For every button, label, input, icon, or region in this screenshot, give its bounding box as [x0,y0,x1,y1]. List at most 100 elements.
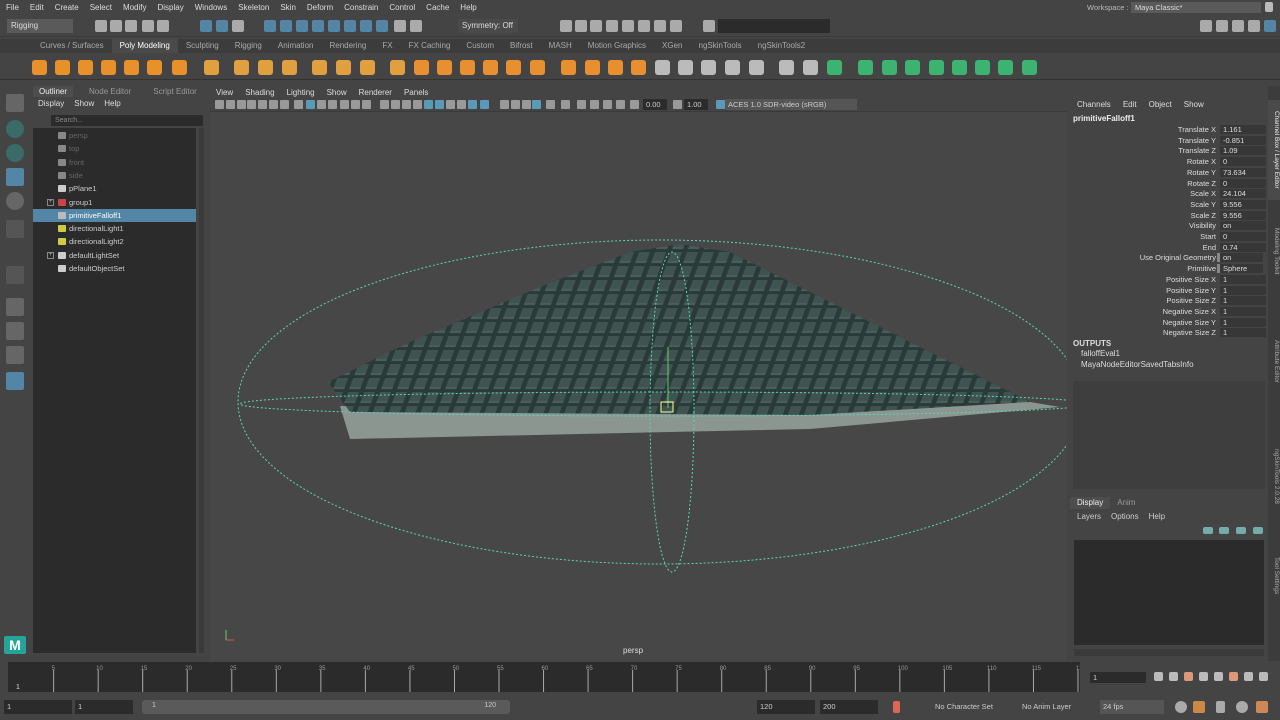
layout-toggle-icon[interactable] [1264,20,1276,32]
status-tool-icon-20[interactable] [590,20,602,32]
channel-label[interactable]: Positive Size Y [1076,286,1216,296]
menu-edit[interactable]: Edit [30,3,44,12]
step-back-icon[interactable] [1184,672,1193,681]
quick-rename-field[interactable] [718,19,830,33]
cache-playback-icon[interactable] [1193,701,1205,713]
tab-outliner[interactable]: Outliner [33,86,74,97]
node-name[interactable]: primitiveFalloff1 [1073,114,1135,123]
status-tool-icon-26[interactable] [703,20,715,32]
viewport-tool-icon-13[interactable] [362,100,371,109]
shelf-tool-icon-12[interactable] [336,60,351,75]
viewport-tool-icon-25[interactable] [511,100,520,109]
viewport-menu-show[interactable]: Show [327,88,347,97]
lasso-tool-icon[interactable] [6,120,24,138]
auto-key-icon[interactable] [893,701,900,713]
channel-row-translate-z[interactable]: Translate Z 1.09 [1070,146,1268,156]
shelf-tool-icon-14[interactable] [390,60,405,75]
viewport-tool-icon-22[interactable] [468,100,477,109]
channel-value[interactable]: 1 [1220,317,1266,327]
channel-row-rotate-x[interactable]: Rotate X 0 [1070,157,1268,167]
channel-label[interactable]: Negative Size Y [1076,318,1216,328]
shelf-tool-icon-28[interactable] [725,60,740,75]
play-back-icon[interactable] [1199,672,1208,681]
status-tool-icon-15[interactable] [376,20,388,32]
outliner-item-front[interactable]: front [33,156,196,169]
viewport-tool-icon-0[interactable] [215,100,224,109]
shelf-tab-custom[interactable]: Custom [458,39,502,53]
tab-anim-layers[interactable]: Anim [1110,497,1142,509]
shelf-tab-bifrost[interactable]: Bifrost [502,39,541,53]
step-forward-key-icon[interactable] [1244,672,1253,681]
outliner-item-directionalLight2[interactable]: directionalLight2 [33,235,196,248]
shelf-tool-icon-10[interactable] [282,60,297,75]
shelf-tool-icon-25[interactable] [655,60,670,75]
status-tool-icon-9[interactable] [280,20,292,32]
menu-cache[interactable]: Cache [426,3,449,12]
layout-two-icon[interactable] [6,322,24,340]
channel-value[interactable]: 1 [1220,328,1266,338]
channel-label[interactable]: Scale X [1076,189,1216,199]
channel-row-primitive[interactable]: Primitive Sphere [1070,264,1268,274]
channel-value[interactable]: 9.556 [1220,199,1266,209]
go-to-start-icon[interactable] [1154,672,1163,681]
shelf-tool-icon-4[interactable] [124,60,139,75]
outliner-item-defaultLightSet[interactable]: + defaultLightSet [33,249,196,262]
cb-menu-channels[interactable]: Channels [1077,100,1111,109]
output-node-falloffeval[interactable]: falloffEval1 [1081,349,1120,358]
channel-row-positive-size-z[interactable]: Positive Size Z 1 [1070,296,1268,306]
channel-value[interactable]: -0.851 [1220,135,1266,145]
channel-row-translate-y[interactable]: Translate Y -0.851 [1070,135,1268,146]
status-tool-icon-16[interactable] [394,20,406,32]
shelf-tab-motion-graphics[interactable]: Motion Graphics [580,39,654,53]
channel-label[interactable]: Primitive [1076,264,1216,274]
channel-row-negative-size-y[interactable]: Negative Size Y 1 [1070,317,1268,328]
channel-row-negative-size-x[interactable]: Negative Size X 1 [1070,306,1268,317]
viewport-tool-icon-7[interactable] [294,100,303,109]
side-tab-3[interactable]: ngSkinTools 2.0.28 [1268,426,1280,526]
channel-value[interactable]: 1 [1220,274,1266,284]
workspace-dropdown[interactable]: Maya Classic* [1131,2,1261,13]
status-tool-icon-4[interactable] [157,20,169,32]
shelf-tool-icon-23[interactable] [608,60,623,75]
shelf-tool-icon-8[interactable] [234,60,249,75]
shelf-tab-mash[interactable]: MASH [541,39,580,53]
shelf-tab-ngskintools2[interactable]: ngSkinTools2 [750,39,814,53]
status-tool-icon-18[interactable] [560,20,572,32]
viewport-tool-icon-17[interactable] [413,100,422,109]
status-tool-icon-10[interactable] [296,20,308,32]
viewport-tool-icon-4[interactable] [258,100,267,109]
shelf-tool-icon-0[interactable] [32,60,47,75]
expand-icon[interactable]: + [47,198,54,206]
shelf-tool-icon-36[interactable] [929,60,944,75]
status-tool-icon-23[interactable] [638,20,650,32]
side-tab-0[interactable]: Channel Box / Layer Editor [1268,100,1280,200]
fps-dropdown[interactable]: 24 fps [1100,700,1164,714]
viewport-tool-icon-30[interactable] [577,100,586,109]
channel-value[interactable]: 1.09 [1220,146,1266,156]
channel-row-end[interactable]: End 0.74 [1070,242,1268,253]
shelf-tool-icon-21[interactable] [561,60,576,75]
status-tool-icon-5[interactable] [200,20,212,32]
shelf-tool-icon-34[interactable] [882,60,897,75]
sound-icon[interactable] [1216,701,1225,713]
shelf-tab-rigging[interactable]: Rigging [227,39,270,53]
step-forward-icon[interactable] [1229,672,1238,681]
scale-tool-icon[interactable] [6,220,24,238]
channel-label[interactable]: Scale Z [1076,211,1216,221]
viewport-scene[interactable]: persp [210,112,1067,661]
shelf-tab-ngskintools[interactable]: ngSkinTools [691,39,750,53]
shelf-tool-icon-40[interactable] [1022,60,1037,75]
shelf-tool-icon-18[interactable] [483,60,498,75]
layout-persp-outliner-icon[interactable] [6,372,24,390]
viewport-tool-icon-20[interactable] [446,100,455,109]
outliner-menu-help[interactable]: Help [104,99,120,108]
status-tool-icon-14[interactable] [360,20,372,32]
layer-menu-layers[interactable]: Layers [1077,512,1101,521]
viewport-tool-icon-32[interactable] [603,100,612,109]
viewport-tool-icon-5[interactable] [269,100,278,109]
channel-row-positive-size-x[interactable]: Positive Size X 1 [1070,274,1268,285]
channel-row-use-original-geometry[interactable]: Use Original Geometry on [1070,253,1268,263]
menu-skeleton[interactable]: Skeleton [238,3,269,12]
viewport-tool-icon-19[interactable] [435,100,444,109]
channel-value[interactable]: 9.556 [1220,210,1266,220]
